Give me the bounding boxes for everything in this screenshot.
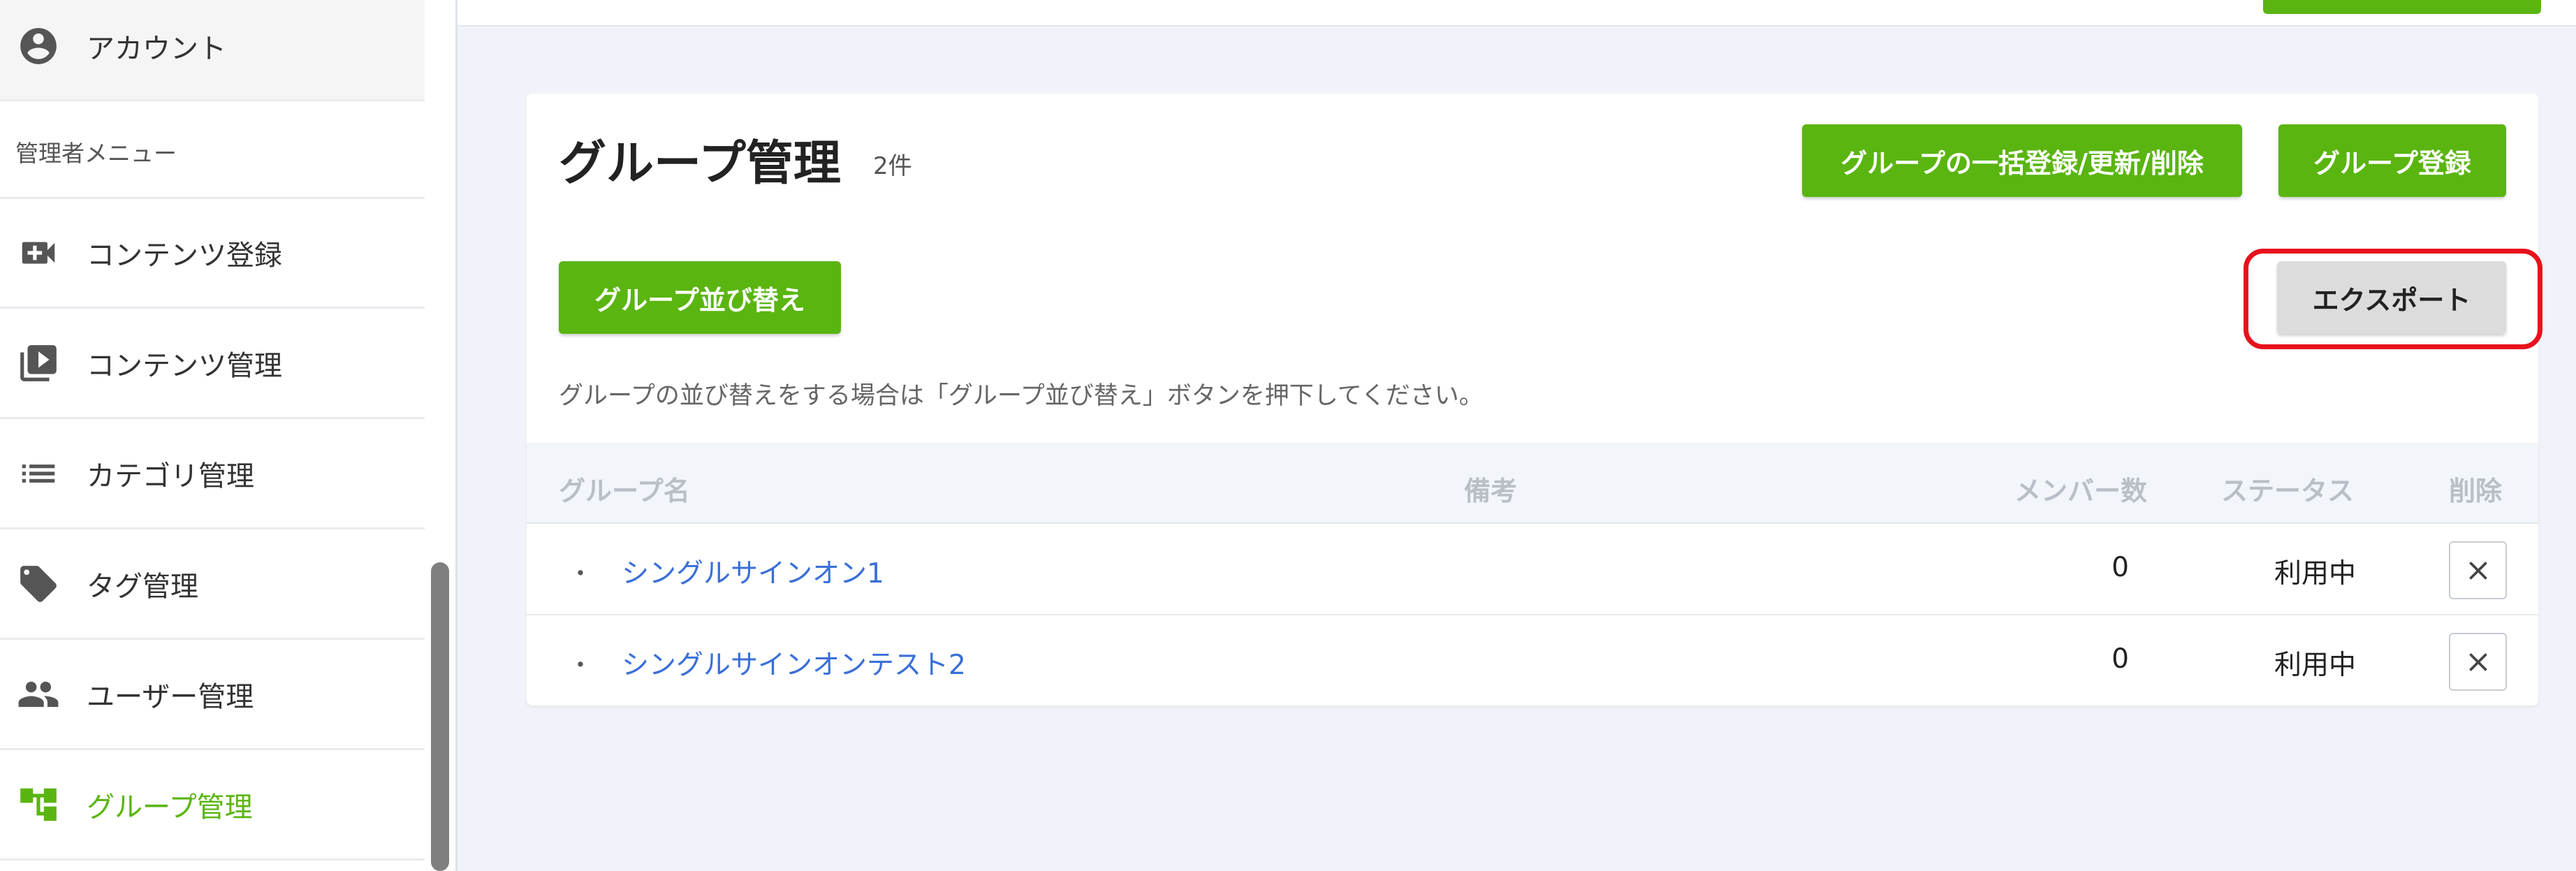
page-title: グループ管理 [559, 136, 841, 191]
group-management-card: グループ管理 2件 グループの一括登録/更新/削除 グループ登録 グループ並び替… [527, 94, 2538, 705]
sidebar-item-account[interactable]: アカウント [0, 0, 425, 101]
table-row: ・ シングルサインオンテスト2 0 利用中 [527, 615, 2538, 707]
highlight-annotation [2244, 249, 2542, 349]
row-bullet: ・ [569, 560, 592, 588]
status-text: 利用中 [2274, 558, 2357, 590]
group-name-link[interactable]: シングルサインオン1 [622, 552, 884, 591]
row-bullet: ・ [569, 652, 592, 680]
top-action-button[interactable] [2263, 0, 2541, 14]
group-count: 2件 [873, 152, 912, 180]
sidebar-item-category-manage[interactable]: カテゴリ管理 [0, 420, 425, 529]
sidebar-item-label: コンテンツ管理 [87, 350, 282, 382]
sidebar-item-label: コンテンツ登録 [87, 240, 282, 272]
sidebar-scrollbar-thumb[interactable] [431, 562, 449, 871]
group-register-button[interactable]: グループ登録 [2278, 124, 2506, 197]
list-icon [17, 452, 60, 495]
sidebar-item-label: タグ管理 [87, 571, 198, 603]
sidebar-item-label: グループ管理 [87, 791, 253, 824]
app-root: アカウント 管理者メニュー コンテンツ登録 コンテンツ管理 カテゴリ管理 タグ管… [0, 0, 2576, 871]
group-sort-button[interactable]: グループ並び替え [559, 261, 841, 334]
sidebar-item-label: カテゴリ管理 [87, 460, 254, 492]
table-row: ・ シングルサインオン1 0 利用中 [527, 524, 2538, 615]
column-header-name: グループ名 [559, 476, 690, 506]
sidebar-item-tag-manage[interactable]: タグ管理 [0, 530, 425, 640]
column-header-note: 備考 [1464, 476, 1518, 506]
sidebar-item-user-manage[interactable]: ユーザー管理 [0, 641, 425, 750]
video-add-icon [17, 231, 60, 275]
sidebar-item-content-manage[interactable]: コンテンツ管理 [0, 309, 425, 419]
bulk-register-button[interactable]: グループの一括登録/更新/削除 [1802, 124, 2242, 197]
sidebar-item-label: アカウント [87, 33, 226, 65]
sidebar-item-content-register[interactable]: コンテンツ登録 [0, 199, 425, 309]
column-header-delete: 削除 [2449, 476, 2503, 506]
account-circle-icon [17, 24, 60, 68]
member-count: 0 [2112, 643, 2129, 675]
admin-menu-section: 管理者メニュー [0, 101, 425, 199]
column-header-members: メンバー数 [2014, 476, 2148, 506]
close-icon [2468, 652, 2487, 671]
people-icon [17, 673, 60, 716]
group-tree-icon [17, 783, 60, 826]
sidebar-divider [455, 0, 458, 871]
column-header-status: ステータス [2221, 476, 2355, 506]
sort-hint-text: グループの並び替えをする場合は「グループ並び替え」ボタンを押下してください。 [559, 382, 1484, 410]
top-bar [458, 0, 2576, 27]
member-count: 0 [2112, 552, 2129, 583]
sidebar: アカウント 管理者メニュー コンテンツ登録 コンテンツ管理 カテゴリ管理 タグ管… [0, 0, 425, 871]
sidebar-item-label: ユーザー管理 [87, 681, 254, 713]
table-header: グループ名 備考 メンバー数 ステータス 削除 [527, 443, 2538, 524]
status-text: 利用中 [2274, 650, 2357, 681]
sidebar-item-group-manage[interactable]: グループ管理 [0, 751, 425, 861]
group-name-link[interactable]: シングルサインオンテスト2 [622, 643, 966, 682]
delete-button[interactable] [2449, 541, 2507, 599]
delete-button[interactable] [2449, 633, 2507, 691]
tag-icon [17, 562, 60, 606]
section-label: 管理者メニュー [15, 140, 177, 167]
playlist-play-icon [17, 342, 60, 385]
close-icon [2468, 561, 2487, 580]
